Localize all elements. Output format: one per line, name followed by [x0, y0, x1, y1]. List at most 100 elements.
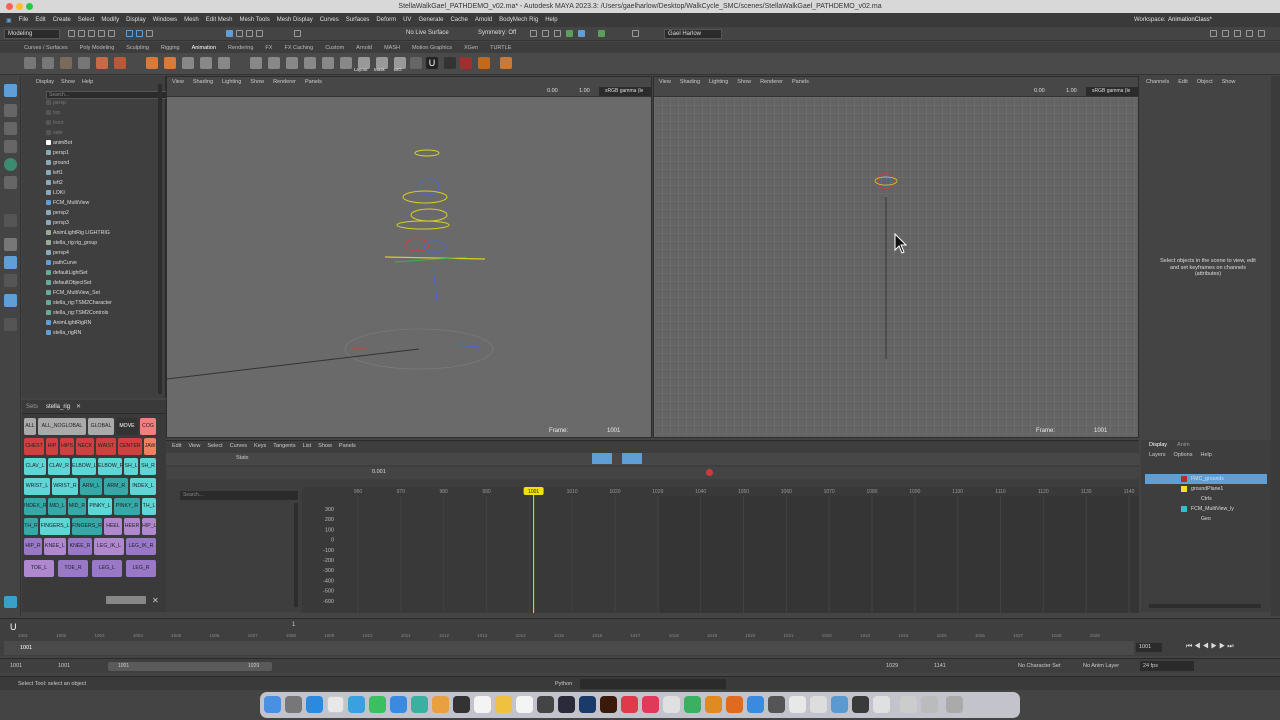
select-components-icon[interactable]	[146, 30, 153, 37]
shelf-camera-icon[interactable]	[410, 57, 422, 69]
picker-btn-sh-l[interactable]: SH_L	[124, 458, 138, 475]
activity-monitor-icon[interactable]	[789, 696, 806, 713]
picker-tab-stella-rig[interactable]: stella_rig	[46, 404, 70, 410]
shelf-tab-animation[interactable]: Animation	[192, 45, 216, 51]
zoom-tool-icon[interactable]	[4, 318, 17, 331]
pages-icon[interactable]	[705, 696, 722, 713]
graph-menu-edit[interactable]: Edit	[172, 443, 181, 449]
snap-grid-icon[interactable]	[226, 30, 233, 37]
app-store-icon[interactable]	[747, 696, 764, 713]
picker-btn-elbow-r[interactable]: ELBOW_R	[98, 458, 122, 475]
picker-btn-pinky-l[interactable]: PINKY_L	[88, 498, 112, 515]
outliner-item[interactable]: ground	[46, 158, 69, 168]
picker-btn-hips[interactable]: HIPS	[60, 438, 74, 455]
toggle-channel-box-icon[interactable]	[1234, 30, 1241, 37]
picker-btn-leg-ik-r[interactable]: LEG_IK_R	[126, 538, 156, 555]
graph-menu-show[interactable]: Show	[318, 443, 332, 449]
menu-surfaces[interactable]: Surfaces	[346, 17, 370, 23]
channel-menu-show[interactable]: Show	[1222, 79, 1236, 85]
outliner-item[interactable]: FCM_MultiView	[46, 198, 89, 208]
outliner-item[interactable]: front	[46, 118, 63, 128]
toggle-attribute-editor-icon[interactable]	[1210, 30, 1217, 37]
messages-icon[interactable]	[369, 696, 386, 713]
shelf-tween-icon[interactable]	[60, 57, 72, 69]
vp1-colorspace-dropdown[interactable]: sRGB gamma (le	[599, 87, 651, 96]
shelf-path-icon[interactable]	[182, 57, 194, 69]
picker-tools-icon[interactable]	[106, 596, 146, 604]
shelf-tab-sculpting[interactable]: Sculpting	[126, 45, 149, 51]
shelf-breakdown-icon[interactable]	[78, 57, 90, 69]
graph-menu-list[interactable]: List	[303, 443, 312, 449]
picker-btn-wrist-r[interactable]: WRIST_R	[52, 478, 78, 495]
menu-cache[interactable]: Cache	[450, 17, 467, 23]
shelf-playblast-icon[interactable]	[96, 57, 108, 69]
vp1-menu-view[interactable]: View	[172, 79, 184, 85]
symmetry-dropdown[interactable]: Symmetry: Off	[478, 30, 516, 36]
reminders-icon[interactable]	[516, 696, 533, 713]
graph-value-field[interactable]: 0.001	[372, 469, 386, 475]
vp1-menu-lighting[interactable]: Lighting	[222, 79, 241, 85]
layer-scrollbar[interactable]	[1149, 604, 1261, 608]
time-slider-left-value[interactable]: 1	[292, 622, 295, 628]
photoshop-icon[interactable]	[579, 696, 596, 713]
picker-btn-clav-l[interactable]: CLAV_L	[24, 458, 46, 475]
picker-btn-jaw[interactable]: JAW	[144, 438, 156, 455]
picker-close-icon[interactable]: ✕	[76, 403, 81, 410]
outliner-item[interactable]: AnimLightRigRN	[46, 318, 91, 328]
screenshot-icon[interactable]	[768, 696, 785, 713]
outliner-menu-help[interactable]: Help	[82, 79, 93, 85]
outliner-item[interactable]: stella_rigRN	[46, 328, 81, 338]
vp1-menu-shading[interactable]: Shading	[193, 79, 213, 85]
shelf-smooth-icon[interactable]	[340, 57, 352, 69]
outliner-item[interactable]: top	[46, 108, 60, 118]
menu-curves[interactable]: Curves	[320, 17, 339, 23]
outliner-item[interactable]: AnimLightRig LIGHTRIG	[46, 228, 110, 238]
picker-btn-waist[interactable]: WAIST	[96, 438, 116, 455]
graph-menu-select[interactable]: Select	[207, 443, 222, 449]
menu-create[interactable]: Create	[53, 17, 71, 23]
range-outer-end-field[interactable]: 1141	[934, 663, 946, 669]
fps-dropdown[interactable]: 24 fps	[1140, 661, 1194, 671]
outliner-item[interactable]: FCM_MultiView_Set	[46, 288, 100, 298]
menu-file[interactable]: File	[19, 17, 29, 23]
outliner-item[interactable]: defaultObjectSet	[46, 278, 91, 288]
music-icon[interactable]	[621, 696, 638, 713]
settings-icon[interactable]	[537, 696, 554, 713]
picker-btn-hip-r[interactable]: HIP_R	[24, 538, 42, 555]
picker-btn-chest[interactable]: CHEST	[24, 438, 44, 455]
graph-menu-curves[interactable]: Curves	[230, 443, 247, 449]
layer-tab-display[interactable]: Display	[1149, 442, 1167, 448]
viewport-camera[interactable]: View Shading Lighting Show Renderer Pane…	[653, 76, 1139, 438]
shelf-pencil-icon[interactable]	[286, 57, 298, 69]
toggle-tool-settings-icon[interactable]	[1222, 30, 1229, 37]
picker-btn-all-noglobal[interactable]: ALL_NOGLOBAL	[38, 418, 86, 435]
picker-btn-mid-l[interactable]: MID_L	[48, 498, 66, 515]
channel-menu-object[interactable]: Object	[1197, 79, 1213, 85]
shelf-grid-icon[interactable]	[146, 57, 158, 69]
layer-row[interactable]: Geo	[1145, 514, 1267, 524]
four-view-icon[interactable]	[4, 256, 17, 269]
select-objects-icon[interactable]	[136, 30, 143, 37]
menu-set-dropdown[interactable]: Modeling	[4, 29, 60, 39]
menu-bodymech-rig[interactable]: BodyMech Rig	[499, 17, 538, 23]
picker-btn-mid-r[interactable]: MID_R	[68, 498, 86, 515]
anim-layer-dropdown[interactable]: No Anim Layer	[1083, 663, 1119, 669]
picker-btn-all[interactable]: ALL	[24, 418, 36, 435]
outliner-item[interactable]: side	[46, 128, 63, 138]
news-icon[interactable]	[642, 696, 659, 713]
layer-row[interactable]: Ctrls	[1145, 494, 1267, 504]
time-slider-u-icon[interactable]: U	[10, 622, 17, 632]
graph-curve-area[interactable]: 9609709809901000101010201029104010501060…	[302, 487, 1139, 613]
snap-curve-icon[interactable]	[236, 30, 243, 37]
maya-dock-icon[interactable]	[348, 696, 365, 713]
picker-tab-sets[interactable]: Sets	[26, 404, 38, 410]
outliner-item[interactable]: persp1	[46, 148, 69, 158]
picker-btn-knee-r[interactable]: KNEE_R	[68, 538, 92, 555]
layer-menu-options[interactable]: Options	[1174, 452, 1193, 458]
finder-icon[interactable]	[264, 696, 281, 713]
outliner-item[interactable]: stella_rig:TSM2Character	[46, 298, 112, 308]
vp1-gamma-value[interactable]: 1.00	[579, 88, 590, 94]
text-edit-icon[interactable]	[873, 696, 890, 713]
toggle-outliner-icon[interactable]	[1258, 30, 1265, 37]
vp2-menu-show[interactable]: Show	[737, 79, 751, 85]
